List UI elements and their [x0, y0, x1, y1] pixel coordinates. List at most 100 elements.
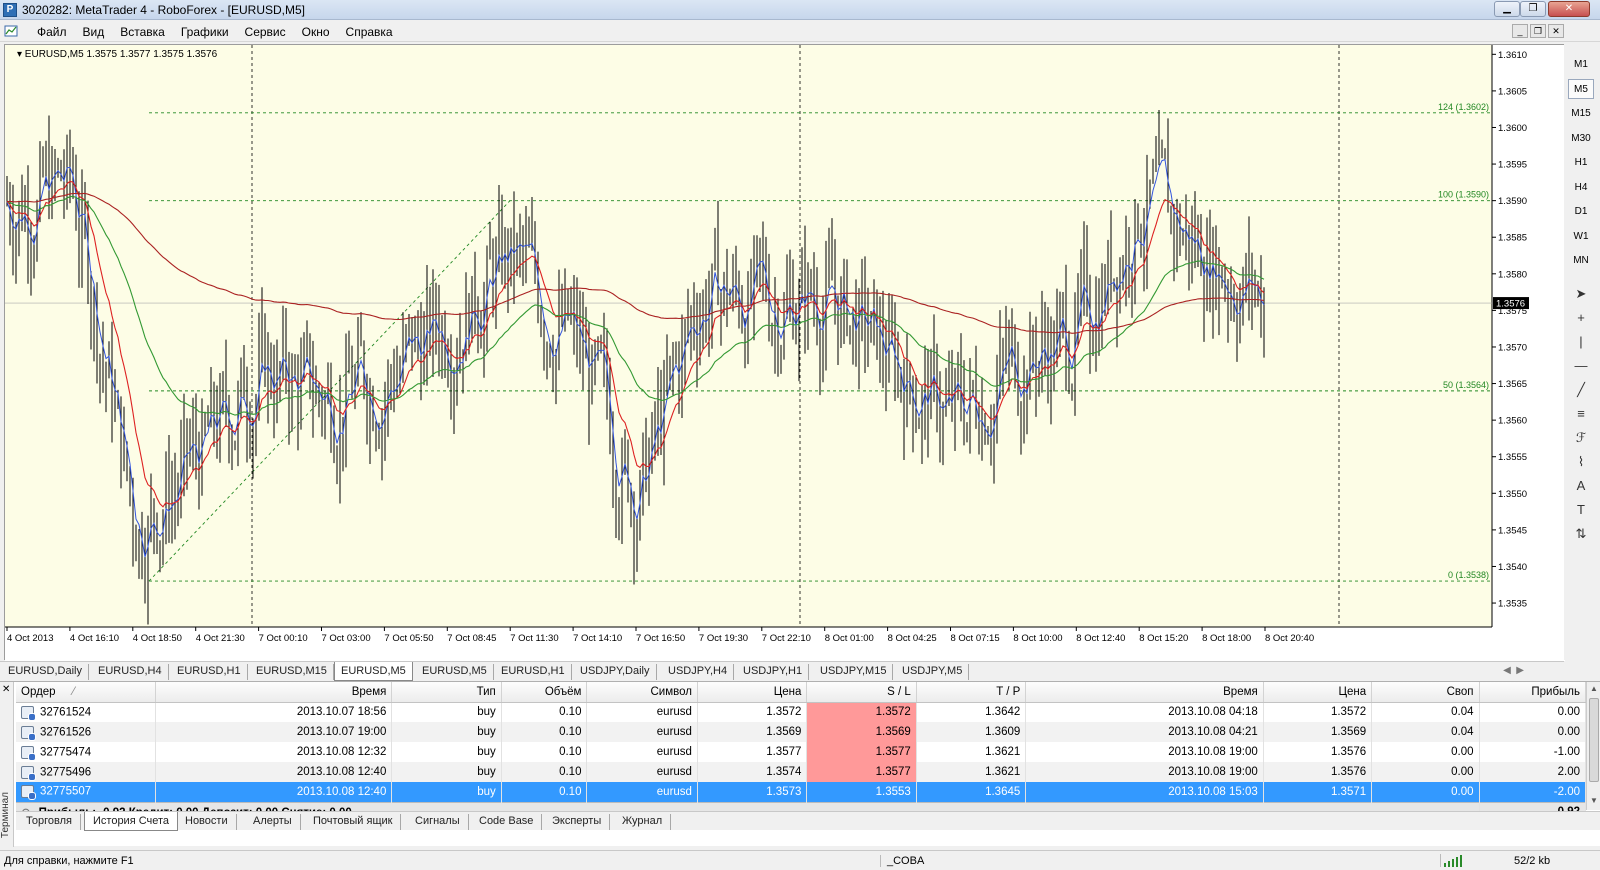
terminal-tab-1[interactable]: История Счета [84, 812, 179, 831]
time-tick-label: 7 Oct 03:00 [322, 633, 371, 644]
column-header-3[interactable]: Объём [501, 682, 588, 703]
timeframe-h1-button[interactable]: H1 [1568, 152, 1594, 172]
terminal-tab-2[interactable]: Новости [177, 814, 237, 830]
column-header-4[interactable]: Символ [586, 682, 698, 703]
terminal-tab-8[interactable]: Журнал [614, 814, 672, 830]
column-header-11[interactable]: Прибыль [1479, 682, 1587, 703]
vertical-line-icon[interactable]: | [1570, 332, 1592, 352]
chart-tab-4[interactable]: EURUSD,M5 [334, 662, 413, 681]
timeframe-m30-button[interactable]: M30 [1568, 128, 1594, 148]
fibonacci-icon[interactable]: ℱ [1570, 428, 1592, 448]
menu-item-1[interactable]: Вид [75, 25, 113, 39]
column-header-5[interactable]: Цена [697, 682, 808, 703]
cell-price: 1.3574 [697, 762, 808, 782]
mdi-restore-button[interactable]: ❐ [1530, 24, 1546, 38]
account-history-table: Ордер ⁄ Время Тип Объём Символ Цена S / L T / P… [16, 682, 1587, 822]
column-header-label: Цена [1338, 685, 1367, 698]
menu-item-4[interactable]: Сервис [237, 25, 294, 39]
timeframe-m5-button[interactable]: M5 [1568, 78, 1594, 99]
cursor-icon[interactable]: ➤ [1570, 284, 1592, 304]
chart-window[interactable]: 1.3610 1.3605 1.3600 1.3595 1.3590 1.3585 1.35… [4, 44, 1565, 661]
timeframe-w1-button[interactable]: W1 [1568, 226, 1594, 246]
menu-item-0[interactable]: Файл [29, 25, 75, 39]
trendline-icon[interactable]: ╱ [1570, 380, 1592, 400]
menu-item-5[interactable]: Окно [294, 25, 338, 39]
price-tick-label: 1.3570 [1498, 342, 1527, 353]
cell-close_time: 2013.10.08 19:00 [1025, 742, 1264, 762]
timeframe-m15-button[interactable]: M15 [1568, 103, 1594, 123]
terminal-tab-6[interactable]: Code Base [471, 814, 543, 830]
menu-item-2[interactable]: Вставка [112, 25, 173, 39]
close-button[interactable]: ✕ [1548, 1, 1590, 17]
price-tick-label: 1.3585 [1498, 233, 1527, 244]
chart-tab-2[interactable]: EURUSD,H1 [171, 664, 248, 680]
column-header-0[interactable]: Ордер ⁄ [16, 682, 156, 703]
terminal-tab-7[interactable]: Эксперты [544, 814, 611, 830]
cell-profit: 0.00 [1479, 702, 1587, 722]
price-chart[interactable]: 1.3610 1.3605 1.3600 1.3595 1.3590 1.3585 1.35… [5, 45, 1565, 661]
cell-swap: 0.00 [1371, 782, 1480, 802]
timeframe-mn-button[interactable]: MN [1568, 250, 1594, 270]
chart-tab-6[interactable]: EURUSD,H1 [495, 664, 572, 680]
terminal-label: Терминал [0, 792, 11, 839]
terminal-close-icon[interactable]: ✕ [2, 684, 10, 695]
terminal-tab-4[interactable]: Почтовый ящик [305, 814, 402, 830]
cell-swap: 0.04 [1371, 702, 1480, 722]
crosshair-icon[interactable]: + [1570, 308, 1592, 328]
column-header-2[interactable]: Тип [391, 682, 502, 703]
tab-scroll-arrows[interactable]: ◀ ▶ [1503, 665, 1524, 676]
menu-item-3[interactable]: Графики [173, 25, 237, 39]
column-header-8[interactable]: Время [1025, 682, 1264, 703]
column-header-7[interactable]: T / P [916, 682, 1027, 703]
terminal-tab-5[interactable]: Сигналы [407, 814, 469, 830]
terminal-scrollbar[interactable]: ▲ ▼ [1586, 682, 1600, 810]
chart-tab-11[interactable]: USDJPY,M5 [896, 664, 970, 680]
minimize-button[interactable]: ▁ [1494, 1, 1520, 17]
chart-tab-8[interactable]: USDJPY,H4 [662, 664, 735, 680]
cell-value: 1.3569 [1330, 726, 1367, 738]
terminal-tab-3[interactable]: Алерты [245, 814, 301, 830]
mdi-minimize-button[interactable]: _ [1512, 24, 1528, 38]
chart-tab-3[interactable]: EURUSD,M15 [250, 664, 334, 680]
column-header-1[interactable]: Время [155, 682, 393, 703]
column-header-6[interactable]: S / L [806, 682, 917, 703]
cell-value: 1.3642 [985, 706, 1021, 719]
text-icon[interactable]: A [1570, 476, 1592, 496]
equidistant-channel-icon[interactable]: ≡ [1570, 404, 1592, 424]
scrollbar-thumb[interactable] [1589, 698, 1599, 782]
timeframe-d1-button[interactable]: D1 [1568, 201, 1594, 221]
timeframe-h4-button[interactable]: H4 [1568, 177, 1594, 197]
table-row[interactable]: 32761524 2013.10.07 18:56 buy 0.10 eurusd 1.3… [16, 702, 1587, 722]
cell-volume: 0.10 [501, 742, 588, 762]
chart-tab-5[interactable]: EURUSD,M5 [416, 664, 494, 680]
table-row[interactable]: 32775474 2013.10.08 12:32 buy 0.10 eurusd 1.3… [16, 742, 1587, 762]
mdi-close-button[interactable]: ✕ [1548, 24, 1564, 38]
horizontal-line-icon[interactable]: — [1570, 356, 1592, 376]
timeframe-m1-button[interactable]: M1 [1568, 54, 1594, 74]
gann-fan-icon[interactable]: ⌇ [1570, 452, 1592, 472]
table-row[interactable]: 32775507 2013.10.08 12:40 buy 0.10 eurusd 1.3… [16, 782, 1587, 802]
arrows-icon[interactable]: ⇅ [1570, 524, 1592, 544]
window-title: 3020282: MetaTrader 4 - RoboForex - [EUR… [22, 3, 306, 17]
chart-tab-9[interactable]: USDJPY,H1 [737, 664, 810, 680]
chart-tab-0[interactable]: EURUSD,Daily [2, 664, 89, 680]
terminal-tab-0[interactable]: Торговля [18, 814, 81, 830]
chart-tab-1[interactable]: EURUSD,H4 [92, 664, 169, 680]
column-header-10[interactable]: Своп [1371, 682, 1480, 703]
chart-tab-10[interactable]: USDJPY,M15 [814, 664, 894, 680]
maximize-button[interactable]: ❐ [1520, 1, 1546, 17]
table-row[interactable]: 32761526 2013.10.07 19:00 buy 0.10 eurusd 1.3… [16, 722, 1587, 742]
order-icon [21, 725, 36, 741]
price-tick-label: 1.3610 [1498, 50, 1527, 61]
text-label-icon[interactable]: T [1570, 500, 1592, 520]
chart-window-icon[interactable] [4, 24, 18, 38]
time-tick-label: 8 Oct 01:00 [825, 633, 874, 644]
price-tick-label: 1.3540 [1498, 562, 1527, 573]
cell-value: 0.10 [559, 746, 582, 758]
table-row[interactable]: 32775496 2013.10.08 12:40 buy 0.10 eurusd 1.3… [16, 762, 1587, 782]
menu-item-6[interactable]: Справка [338, 25, 401, 39]
cell-close_time: 2013.10.08 15:03 [1025, 782, 1264, 802]
chart-tab-7[interactable]: USDJPY,Daily [574, 664, 657, 680]
cell-value: 1.3572 [1330, 706, 1367, 719]
column-header-9[interactable]: Цена [1263, 682, 1373, 703]
